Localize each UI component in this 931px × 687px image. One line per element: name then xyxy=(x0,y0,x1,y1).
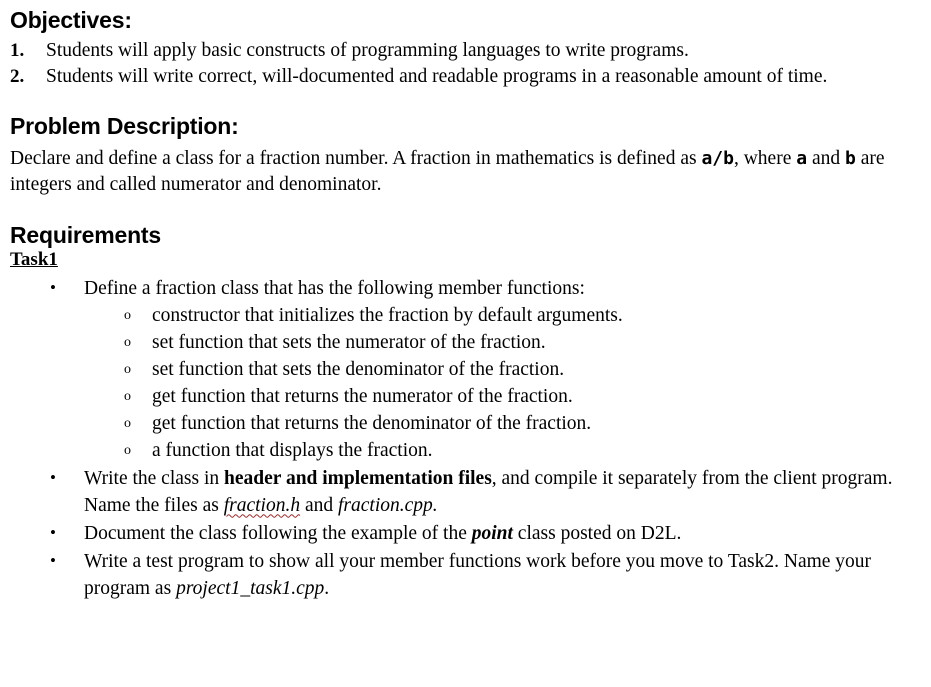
circle-bullet-icon: o xyxy=(124,443,131,459)
paragraph-text-part: , where xyxy=(733,148,797,170)
filename-project1-task1-cpp: project1_task1.cpp xyxy=(176,578,325,600)
bullet-text-part: . xyxy=(324,578,330,600)
list-item: 2. Students will write correct, will-docu… xyxy=(0,64,931,90)
code-token-a: a xyxy=(796,148,808,170)
code-token-ab: a/b xyxy=(701,148,734,170)
objectives-heading: Objectives: xyxy=(10,7,132,33)
bullet-text-part: . xyxy=(432,495,438,517)
sub-bullet-text: constructor that initializes the fractio… xyxy=(152,305,623,327)
point-class-emphasis: point xyxy=(471,523,513,545)
sub-bullet-text: set function that sets the numerator of … xyxy=(152,332,546,354)
objectives-list: 1. Students will apply basic constructs o… xyxy=(0,38,931,90)
list-item: o get function that returns the numerator… xyxy=(84,383,931,410)
list-item: o constructor that initializes the fracti… xyxy=(84,302,931,329)
bullet-text-part: class posted on D2L. xyxy=(512,523,682,545)
sub-bullet-text: get function that returns the numerator … xyxy=(152,386,573,408)
bullet-icon: • xyxy=(50,551,56,571)
sub-bullet-text: set function that sets the denominator o… xyxy=(152,359,565,381)
circle-bullet-icon: o xyxy=(124,362,131,378)
member-functions-sublist: o constructor that initializes the fracti… xyxy=(84,302,931,464)
filename-fraction-h: fraction.h xyxy=(223,495,301,517)
problem-description-heading: Problem Description: xyxy=(10,113,239,140)
bullet-icon: • xyxy=(50,523,56,543)
list-item: • Write the class in header and implement… xyxy=(0,465,931,519)
bullet-text-part: Document the class following the example… xyxy=(84,523,472,545)
code-token-b: b xyxy=(844,148,856,170)
list-item: • Define a fraction class that has the fo… xyxy=(0,275,931,464)
list-item-text: Students will apply basic constructs of … xyxy=(46,40,689,62)
problem-description-paragraph: Declare and define a class for a fractio… xyxy=(0,146,890,198)
list-item: o set function that sets the numerator of… xyxy=(84,329,931,356)
filename-fraction-cpp: fraction.cpp xyxy=(337,495,433,517)
bold-emphasis: header and implementation files xyxy=(224,468,492,490)
sub-bullet-text: a function that displays the fraction. xyxy=(152,440,433,462)
bullet-text: Define a fraction class that has the fol… xyxy=(84,278,585,300)
task-label-row: Task1 xyxy=(0,247,931,271)
list-item-text: Students will write correct, will-docume… xyxy=(46,66,828,88)
list-item: 1. Students will apply basic constructs o… xyxy=(0,38,931,64)
requirements-bullet-list: • Define a fraction class that has the fo… xyxy=(0,275,931,602)
paragraph-text-part: and xyxy=(807,148,845,170)
document-page: Objectives: 1. Students will apply basic … xyxy=(0,0,931,687)
bullet-text-part: and xyxy=(300,495,338,517)
requirements-heading: Requirements xyxy=(10,222,161,249)
list-item: o get function that returns the denominat… xyxy=(84,410,931,437)
task1-label: Task1 xyxy=(10,249,58,271)
list-marker: 2. xyxy=(10,66,25,88)
list-item: • Write a test program to show all your m… xyxy=(0,548,931,602)
paragraph-text-part: Declare and define a class for a fractio… xyxy=(10,148,702,170)
list-item: o set function that sets the denominator … xyxy=(84,356,931,383)
list-item: • Document the class following the exampl… xyxy=(0,520,931,547)
circle-bullet-icon: o xyxy=(124,335,131,351)
sub-bullet-text: get function that returns the denominato… xyxy=(152,413,592,435)
bullet-text-part: Write the class in xyxy=(84,468,225,490)
circle-bullet-icon: o xyxy=(124,416,131,432)
bullet-icon: • xyxy=(50,468,56,488)
circle-bullet-icon: o xyxy=(124,308,131,324)
list-item: o a function that displays the fraction. xyxy=(84,437,931,464)
bullet-icon: • xyxy=(50,278,56,298)
list-marker: 1. xyxy=(10,40,25,62)
circle-bullet-icon: o xyxy=(124,389,131,405)
